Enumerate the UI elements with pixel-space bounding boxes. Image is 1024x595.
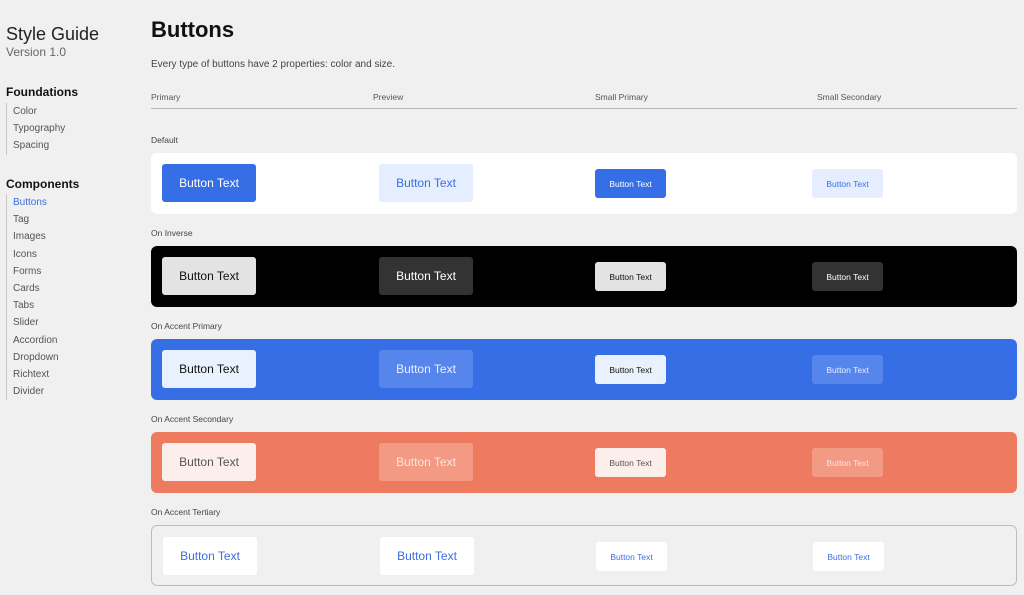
brand-title: Style Guide (6, 24, 100, 44)
page-description: Every type of buttons have 2 properties:… (151, 59, 396, 70)
default-primary-button[interactable]: Button Text (162, 164, 256, 202)
sidebar: Style Guide Version 1.0 Foundations Colo… (0, 0, 140, 595)
panel-default: Button Text Button Text Button Text Butt… (151, 153, 1017, 214)
default-small-primary-button[interactable]: Button Text (595, 169, 666, 198)
sidebar-item-dropdown[interactable]: Dropdown (7, 349, 59, 366)
accent-secondary-small-secondary-button[interactable]: Button Text (812, 448, 883, 477)
accent-secondary-small-primary-button[interactable]: Button Text (595, 448, 666, 477)
components-heading: Components (6, 177, 80, 191)
accent-tertiary-small-primary-button[interactable]: Button Text (596, 542, 667, 571)
panel-accent-primary: Button Text Button Text Button Text Butt… (151, 339, 1017, 400)
column-header-primary: Primary (151, 92, 181, 102)
sidebar-item-tag[interactable]: Tag (7, 211, 59, 228)
sidebar-item-typography[interactable]: Typography (7, 120, 65, 137)
group-label-accent-secondary: On Accent Secondary (151, 414, 234, 424)
sidebar-item-icons[interactable]: Icons (7, 246, 59, 263)
sidebar-item-forms[interactable]: Forms (7, 263, 59, 280)
group-label-inverse: On Inverse (151, 228, 193, 238)
default-small-secondary-button[interactable]: Button Text (812, 169, 883, 198)
accent-tertiary-primary-button[interactable]: Button Text (163, 537, 257, 575)
sidebar-item-richtext[interactable]: Richtext (7, 366, 59, 383)
sidebar-item-slider[interactable]: Slider (7, 314, 59, 331)
accent-tertiary-preview-button[interactable]: Button Text (380, 537, 474, 575)
group-label-accent-tertiary: On Accent Tertiary (151, 507, 221, 517)
foundations-heading: Foundations (6, 85, 78, 99)
group-label-default: Default (151, 135, 178, 145)
sidebar-item-buttons[interactable]: Buttons (7, 194, 59, 211)
accent-primary-small-secondary-button[interactable]: Button Text (812, 355, 883, 384)
accent-tertiary-small-secondary-button[interactable]: Button Text (813, 542, 884, 571)
page-title: Buttons (151, 17, 235, 42)
accent-secondary-primary-button[interactable]: Button Text (162, 443, 256, 481)
foundations-nav: Color Typography Spacing (6, 103, 65, 155)
panel-accent-tertiary: Button Text Button Text Button Text Butt… (151, 525, 1017, 586)
panel-accent-secondary: Button Text Button Text Button Text Butt… (151, 432, 1017, 493)
sidebar-item-cards[interactable]: Cards (7, 280, 59, 297)
sidebar-item-color[interactable]: Color (7, 103, 65, 120)
sidebar-item-tabs[interactable]: Tabs (7, 297, 59, 314)
column-header-small-secondary: Small Secondary (817, 92, 882, 102)
panel-inverse: Button Text Button Text Button Text Butt… (151, 246, 1017, 307)
column-header-preview: Preview (373, 92, 404, 102)
sidebar-item-spacing[interactable]: Spacing (7, 137, 65, 154)
accent-secondary-preview-button[interactable]: Button Text (379, 443, 473, 481)
inverse-small-secondary-button[interactable]: Button Text (812, 262, 883, 291)
brand-version: Version 1.0 (6, 45, 67, 59)
sidebar-item-divider[interactable]: Divider (7, 383, 59, 400)
accent-primary-primary-button[interactable]: Button Text (162, 350, 256, 388)
inverse-primary-button[interactable]: Button Text (162, 257, 256, 295)
sidebar-item-accordion[interactable]: Accordion (7, 332, 59, 349)
header-divider (151, 108, 1017, 109)
group-label-accent-primary: On Accent Primary (151, 321, 222, 331)
components-nav: Buttons Tag Images Icons Forms Cards Tab… (6, 194, 59, 401)
inverse-small-primary-button[interactable]: Button Text (595, 262, 666, 291)
inverse-preview-button[interactable]: Button Text (379, 257, 473, 295)
column-header-small-primary: Small Primary (595, 92, 648, 102)
default-preview-button[interactable]: Button Text (379, 164, 473, 202)
accent-primary-small-primary-button[interactable]: Button Text (595, 355, 666, 384)
sidebar-item-images[interactable]: Images (7, 228, 59, 245)
accent-primary-preview-button[interactable]: Button Text (379, 350, 473, 388)
